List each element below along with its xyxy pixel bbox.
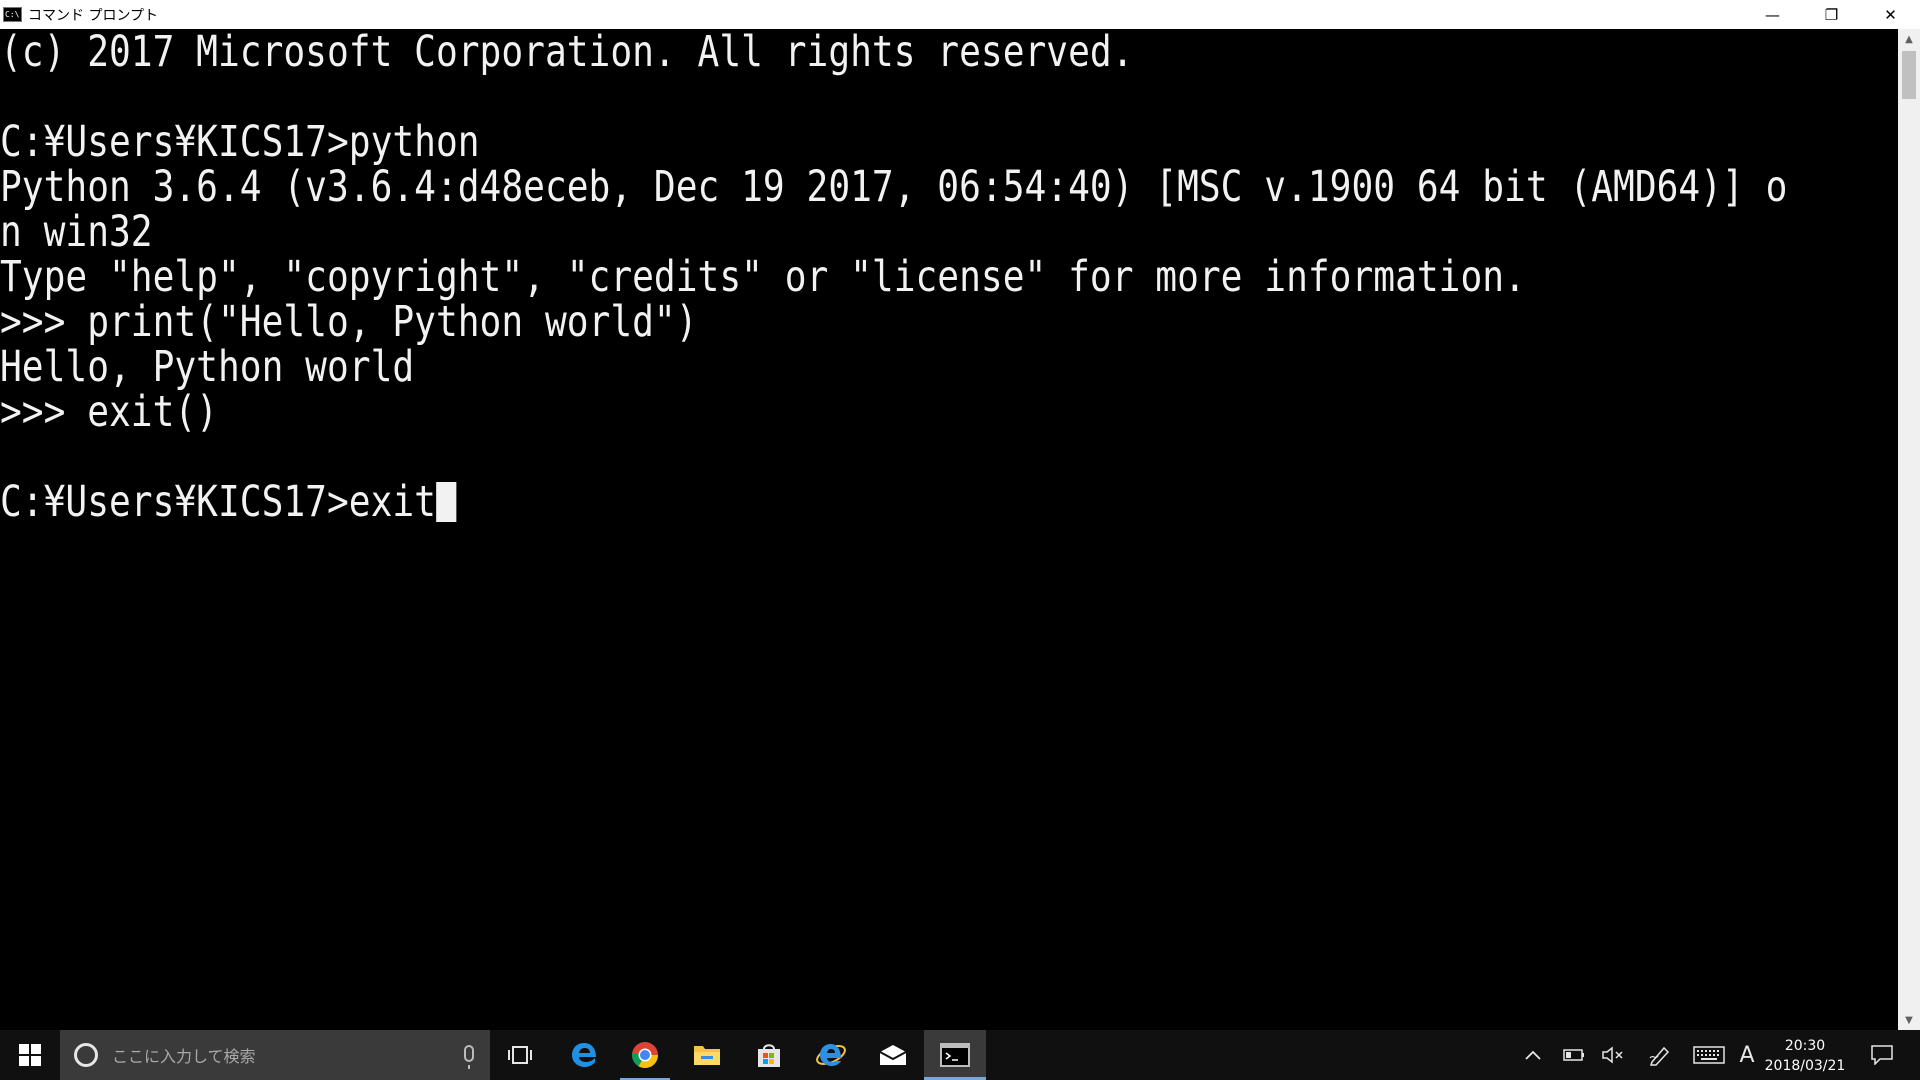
store-bag-icon [758,1044,780,1067]
taskbar-app-internet-explorer[interactable] [800,1030,862,1080]
taskbar-app-mail[interactable] [862,1030,924,1080]
battery-button[interactable] [1558,1030,1590,1080]
text-cursor [435,482,457,522]
ime-mode-indicator[interactable]: A [1734,1030,1760,1080]
search-placeholder: ここに入力して検索 [112,1047,256,1066]
scroll-up-arrow[interactable]: ▲ [1898,29,1920,49]
console-line: (c) 2017 Microsoft Corporation. All righ… [0,29,1134,77]
cortana-icon [74,1043,98,1067]
taskbar-app-store[interactable] [738,1030,800,1080]
taskbar-app-chrome[interactable] [614,1030,676,1080]
internet-explorer-icon [816,1044,846,1066]
folder-icon [694,1046,720,1065]
console-line: Hello, Python world [0,342,415,392]
console-line: >>> exit() [0,387,218,437]
minimize-button[interactable]: — [1743,0,1802,29]
touch-keyboard-button[interactable] [1688,1030,1730,1080]
cmd-app-icon[interactable]: C:\ [3,7,22,22]
restore-button[interactable]: ❐ [1802,0,1861,29]
taskbar-app-edge[interactable] [554,1030,614,1080]
taskbar-clock[interactable]: 20:30 2018/03/21 [1760,1036,1850,1076]
console-output[interactable]: (c) 2017 Microsoft Corporation. All righ… [0,29,1898,1030]
clock-date: 2018/03/21 [1764,1058,1846,1074]
vertical-scrollbar[interactable]: ▲ ▼ [1898,29,1920,1030]
window-controls: — ❐ ✕ [1743,0,1920,29]
start-button[interactable] [0,1030,60,1080]
scroll-down-arrow[interactable]: ▼ [1898,1010,1920,1030]
battery-icon [1563,1049,1584,1061]
console-line: Type "help", "copyright", "credits" or "… [0,252,1526,302]
taskbar-search-box[interactable]: ここに入力して検索 [60,1030,490,1080]
prompt-text: C:¥Users¥KICS17>exit [0,477,436,527]
keyboard-icon [1693,1046,1725,1064]
action-center-button[interactable] [1862,1030,1902,1080]
taskbar-app-file-explorer[interactable] [676,1030,738,1080]
edge-icon [572,1043,596,1067]
window-title: コマンド プロンプト [28,7,159,24]
taskbar: ここに入力して検索 A 20:30 2018/03/21 [0,1030,1920,1080]
console-line: C:¥Users¥KICS17>python [0,117,480,167]
command-prompt-icon [940,1043,970,1067]
pen-icon [1649,1046,1670,1066]
volume-button[interactable] [1596,1030,1630,1080]
title-bar[interactable]: C:\ コマンド プロンプト — ❐ ✕ [0,0,1920,29]
taskbar-app-command-prompt[interactable] [924,1030,986,1080]
scroll-thumb[interactable] [1902,51,1916,99]
chrome-icon [631,1042,659,1069]
prompt-line[interactable]: C:¥Users¥KICS17>exit [0,477,457,527]
clock-time: 20:30 [1784,1038,1826,1054]
task-view-icon [508,1046,532,1064]
mail-icon [879,1045,907,1065]
pen-workspace-button[interactable] [1640,1030,1680,1080]
console-line: n win32 [0,207,153,257]
notification-icon [1871,1045,1893,1065]
console-line: >>> print("Hello, Python world") [0,297,698,347]
volume-muted-icon [1602,1046,1623,1064]
task-view-button[interactable] [494,1030,546,1080]
microphone-icon[interactable] [464,1045,474,1069]
console-line: Python 3.6.4 (v3.6.4:d48eceb, Dec 19 201… [0,162,1788,212]
windows-logo-icon [19,1044,41,1066]
close-button[interactable]: ✕ [1861,0,1920,29]
show-hidden-icons-button[interactable] [1520,1030,1546,1080]
chevron-up-icon [1525,1050,1541,1060]
